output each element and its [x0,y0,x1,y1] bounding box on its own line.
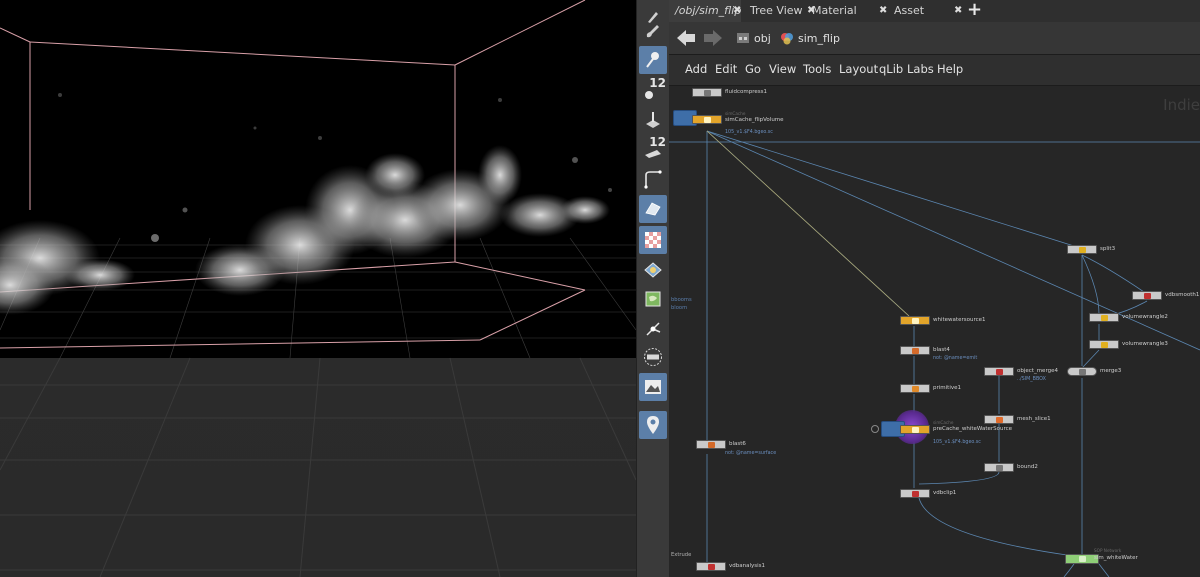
bypass-dot-icon [871,425,879,433]
dop-network-icon [781,33,793,45]
node-object-merge4[interactable] [984,367,1014,376]
node-caption: SOP Network [1094,548,1122,553]
menu-tools[interactable]: Tools [803,62,831,76]
node-vdbclip1[interactable] [900,489,930,498]
tool-number-a: 12 [649,76,666,90]
network-editor: /obj/sim_flip ✖ Tree View ✖ Material Pal… [669,0,1200,577]
map-tool-icon[interactable] [639,285,667,313]
node-label: merge3 [1100,368,1122,374]
viewport-scene [0,0,636,577]
node-blast6[interactable] [696,440,726,449]
tab-sim-flip[interactable]: /obj/sim_flip ✖ [669,0,741,22]
tab-label: Tree View [750,4,803,17]
pane-tab-bar: /obj/sim_flip ✖ Tree View ✖ Material Pal… [669,0,1200,39]
node-volumewrangle3[interactable] [1089,340,1119,349]
path-bar: obj sim_flip [669,22,1200,55]
breadcrumb-obj[interactable]: obj [736,29,771,47]
menu-qlib[interactable]: qLib [879,62,903,76]
node-label: mesh_slice1 [1017,416,1051,422]
node-label: volumewrangle2 [1122,314,1168,320]
tool-number-b: 12 [649,135,666,149]
node-param: 105_v1.$F4.bgeo.sc [933,440,981,445]
node-label: object_merge4 [1017,368,1058,374]
manipulator-icon[interactable] [639,314,667,342]
node-label: blast6 [729,441,746,447]
node-label: split3 [1100,246,1116,252]
netbox-extrude: Extrude [671,552,692,558]
plane-count-icon[interactable]: 12 [639,135,667,164]
node-label: whitewatersource1 [933,317,986,323]
node-label: bound2 [1017,464,1038,470]
node-label: vdbsmooth1 [1165,292,1200,298]
node-param: not: @name=emit [933,356,978,361]
node-bound2[interactable] [984,463,1014,472]
menu-edit[interactable]: Edit [715,62,737,76]
curve-tool-icon[interactable] [639,165,667,193]
node-label: sim_whiteWater [1094,555,1138,561]
node-blast4[interactable] [900,346,930,355]
node-label: preCache_whiteWaterSource [933,426,1013,432]
floor-region [0,358,636,577]
image-tool-icon[interactable] [639,373,667,401]
node-label: simCache_flipVolume [725,117,784,123]
diamond-tool-icon[interactable] [639,256,667,284]
node-split3[interactable] [1067,245,1097,254]
menu-help[interactable]: Help [937,62,963,76]
menu-labs[interactable]: Labs [907,62,934,76]
close-icon[interactable]: ✖ [879,0,887,22]
viewport-3d[interactable] [0,0,636,577]
breadcrumb-label: sim_flip [798,31,840,45]
push-tool-icon[interactable] [639,106,667,134]
close-icon[interactable]: ✖ [733,0,741,22]
node-simcache-flipvolume[interactable] [692,115,722,124]
node-label: blast4 [933,347,950,353]
checker-tool-icon[interactable] [639,226,667,254]
tab-asset-browser[interactable]: Asset Browser ✖ [888,0,964,39]
node-param: ../SIM_BBOX [1017,377,1046,382]
network-canvas[interactable]: Indie fluidcompress1 simCache simCache_f… [669,86,1200,577]
close-icon[interactable]: ✖ [954,0,962,22]
tab-label: /obj/sim_flip [675,4,742,17]
menu-view[interactable]: View [769,62,796,76]
node-label: primitive1 [933,385,961,391]
node-label: volumewrangle3 [1122,341,1168,347]
ball-count-icon[interactable]: 12 [639,76,667,105]
back-arrow-icon[interactable] [674,26,698,50]
add-tab-button[interactable]: + [967,0,982,22]
node-wires [669,130,1200,577]
menu-layout[interactable]: Layout [839,62,878,76]
node-caption: simCache [725,111,746,116]
node-mesh-slice1[interactable] [984,415,1014,424]
forward-arrow-icon[interactable] [701,26,725,50]
node-precache-whitewatersource[interactable] [900,425,930,434]
node-label: fluidcompress1 [725,89,767,95]
node-param: not: @name=surface [725,451,777,456]
node-fluidcompress1[interactable] [692,88,722,97]
circle-select-icon[interactable] [639,343,667,371]
breadcrumb-sim-flip[interactable]: sim_flip [780,29,840,47]
node-label: vdbanalysis1 [729,563,766,569]
select-tool-icon[interactable] [639,46,667,74]
node-volumewrangle2[interactable] [1089,313,1119,322]
tool-shelf: 12 12 [636,0,670,577]
node-vdbsmooth1[interactable] [1132,291,1162,300]
node-vdbanalysis1[interactable] [696,562,726,571]
node-whitewatersource1[interactable] [900,316,930,325]
node-caption: simCache [933,420,954,425]
menu-go[interactable]: Go [745,62,761,76]
brush-tool-icon[interactable] [639,18,667,46]
tab-material-palette[interactable]: Material Palette ✖ [806,0,888,39]
note-bloom: bloom [671,305,688,311]
menu-bar: Add Edit Go View Tools Layout qLib Labs … [669,55,1200,86]
node-primitive1[interactable] [900,384,930,393]
node-merge3[interactable] [1067,367,1097,376]
menu-add[interactable]: Add [685,62,707,76]
pin-tool-icon[interactable] [639,411,667,439]
note-bbooms: bbooms [671,297,692,303]
transform-tool-icon[interactable] [639,195,667,223]
node-param: 105_v1.$F4.bgeo.sc [725,130,773,135]
node-label: vdbclip1 [933,490,957,496]
breadcrumb-label: obj [754,31,771,45]
obj-icon [737,33,749,43]
